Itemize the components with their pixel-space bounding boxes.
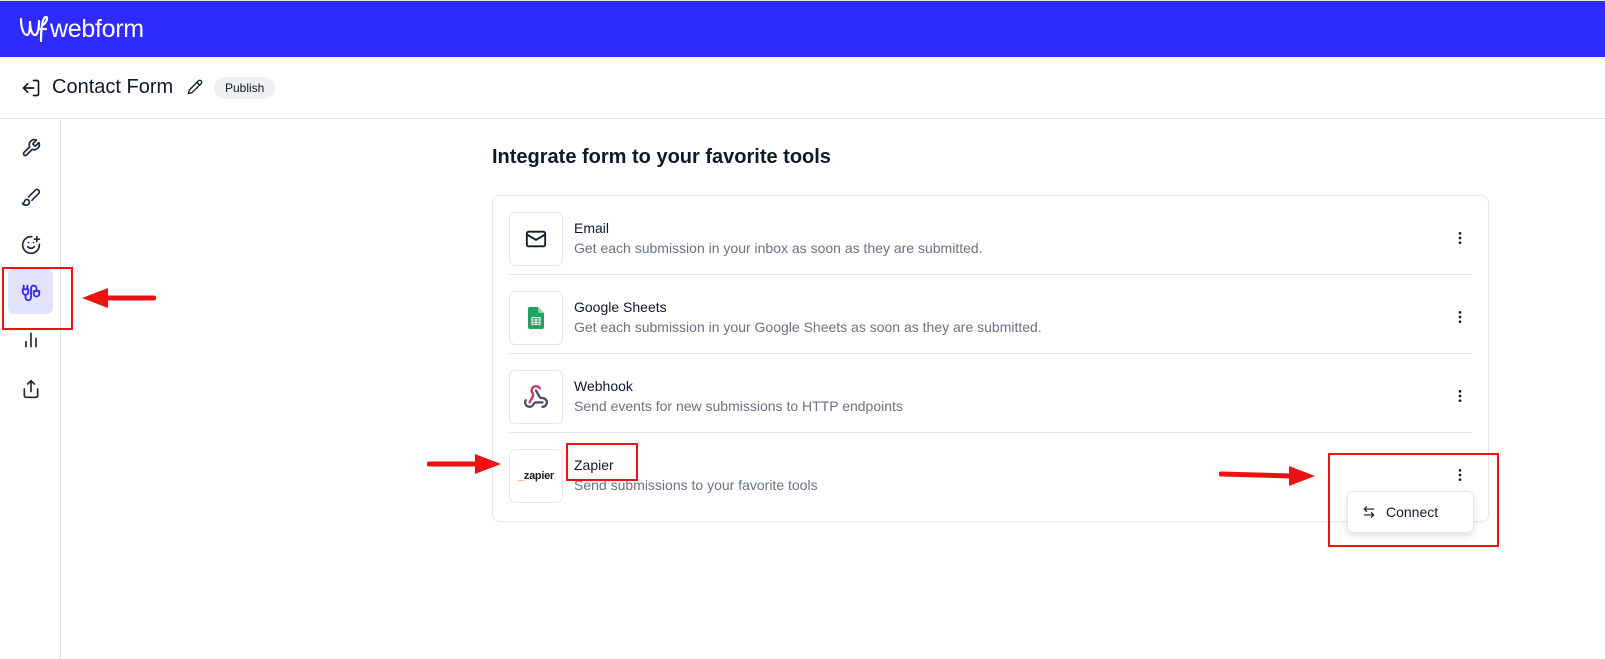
google-sheets-icon — [528, 307, 544, 329]
top-bar: webform — [0, 0, 1605, 57]
sidebar-item-share[interactable] — [8, 366, 53, 411]
integration-name: Webhook — [574, 378, 633, 394]
log-out-icon — [22, 79, 40, 97]
brand-name: webform — [50, 14, 144, 43]
zapier-icon-tile: _zapier — [509, 449, 563, 503]
integration-name: Google Sheets — [574, 299, 667, 315]
form-title: Contact Form — [52, 76, 174, 98]
arrow-left-right-icon — [1363, 506, 1375, 518]
google-sheets-more-button[interactable] — [1448, 305, 1472, 329]
integrations-heading: Integrate form to your favorite tools — [492, 146, 831, 168]
webhook-more-button[interactable] — [1448, 384, 1472, 408]
integration-row-zapier[interactable]: _zapier Zapier Send submissions to your … — [509, 433, 1472, 512]
mail-icon — [525, 230, 547, 248]
sidebar-item-analytics[interactable] — [8, 317, 53, 362]
sidebar-item-settings[interactable] — [8, 125, 53, 170]
more-vertical-icon — [1458, 469, 1462, 481]
form-header: Contact Form Publish — [0, 57, 1605, 119]
email-more-button[interactable] — [1448, 226, 1472, 250]
more-vertical-icon — [1458, 311, 1462, 323]
plug-icon — [21, 284, 40, 301]
zapier-logo: _zapier — [518, 470, 554, 482]
bar-chart-icon — [24, 332, 37, 347]
publish-status-badge[interactable]: Publish — [214, 77, 276, 99]
webform-logo-icon — [19, 15, 48, 43]
sidebar-item-emoji[interactable] — [8, 222, 53, 267]
integration-row-webhook[interactable]: Webhook Send events for new submissions … — [509, 354, 1472, 433]
integration-row-email[interactable]: Email Get each submission in your inbox … — [509, 196, 1472, 275]
email-icon-tile — [509, 212, 563, 266]
zapier-actions-menu: Connect — [1347, 491, 1474, 533]
integrations-card: Email Get each submission in your inbox … — [492, 195, 1489, 522]
webform-logo[interactable]: webform — [18, 9, 144, 49]
more-vertical-icon — [1458, 232, 1462, 244]
back-button[interactable] — [20, 77, 42, 99]
connect-label: Connect — [1386, 504, 1439, 520]
sidebar-item-design[interactable] — [8, 174, 53, 219]
wrench-icon — [22, 138, 40, 156]
edit-title-button[interactable] — [186, 78, 204, 96]
upload-icon — [23, 379, 39, 398]
smile-plus-icon — [21, 235, 40, 254]
integration-name: Zapier — [574, 457, 614, 473]
webhook-icon — [523, 385, 549, 408]
integration-row-google-sheets[interactable]: Google Sheets Get each submission in you… — [509, 275, 1472, 354]
annotation-arrow-zapier — [427, 454, 501, 474]
sidebar — [0, 119, 61, 659]
zapier-more-button[interactable] — [1448, 463, 1472, 487]
connect-menu-item[interactable]: Connect — [1348, 492, 1475, 532]
annotation-arrow-sidebar — [82, 288, 156, 308]
more-vertical-icon — [1458, 390, 1462, 402]
integration-description: Send submissions to your favorite tools — [574, 477, 818, 493]
integration-description: Get each submission in your inbox as soo… — [574, 240, 983, 256]
integration-description: Send events for new submissions to HTTP … — [574, 398, 903, 414]
google-sheets-icon-tile — [509, 291, 563, 345]
integration-description: Get each submission in your Google Sheet… — [574, 319, 1042, 335]
pencil-icon — [187, 79, 203, 95]
integration-name: Email — [574, 220, 610, 236]
paintbrush-icon — [21, 188, 40, 206]
webhook-icon-tile — [509, 370, 563, 424]
sidebar-item-integrations[interactable] — [8, 269, 53, 314]
